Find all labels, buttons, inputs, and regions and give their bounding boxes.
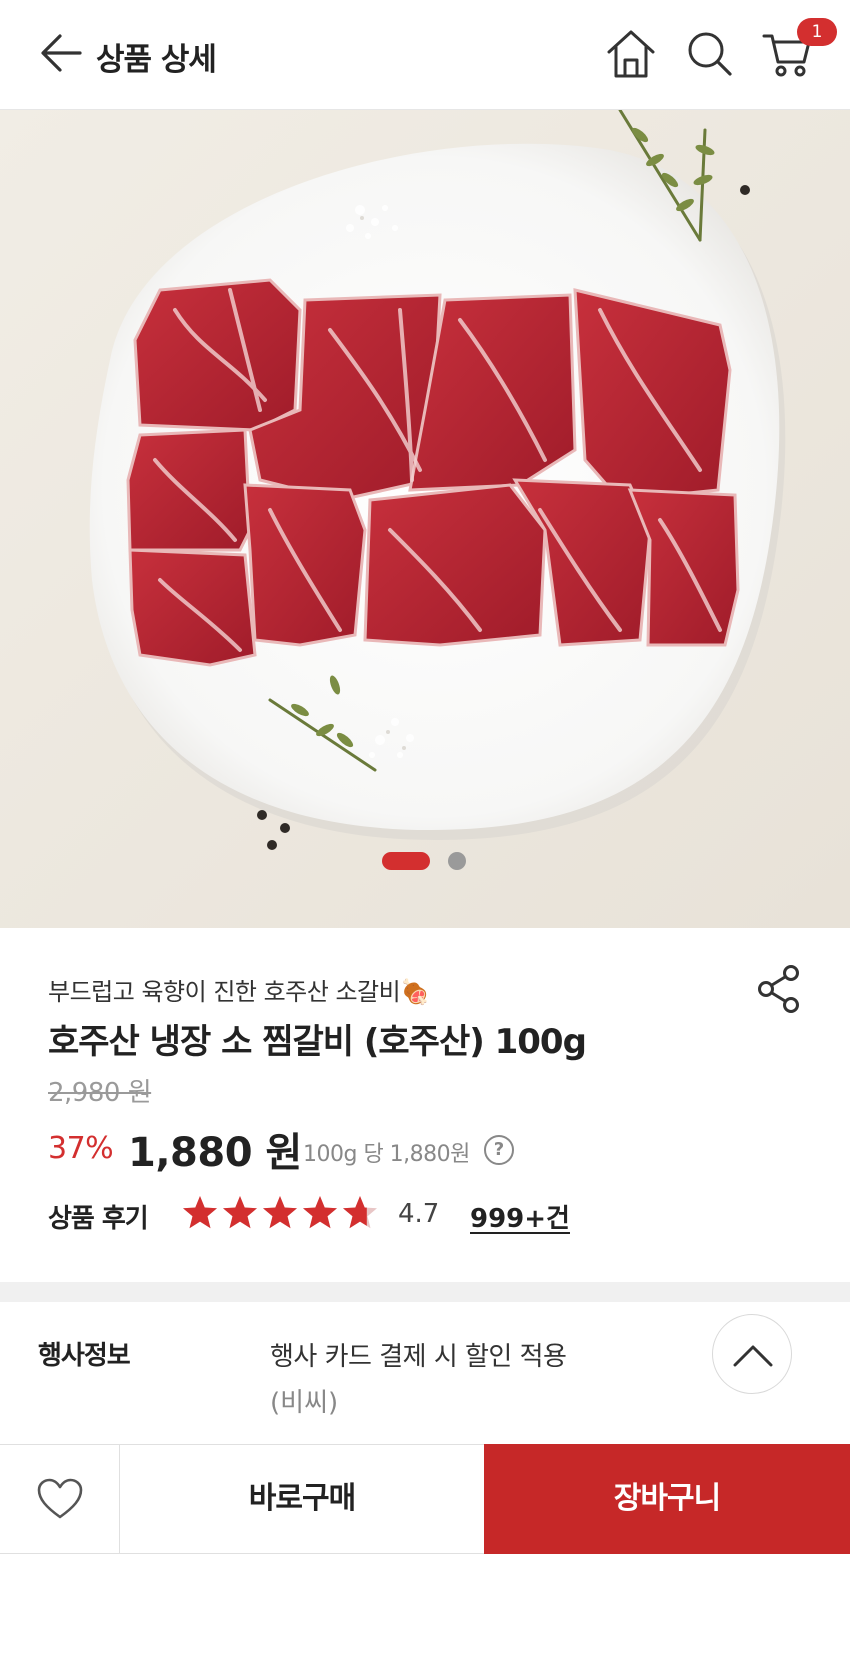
original-price: 2,980 원 [48, 1078, 152, 1108]
wishlist-button[interactable] [0, 1445, 120, 1553]
share-button[interactable] [756, 964, 802, 1014]
cart-count-badge: 1 [797, 18, 837, 46]
carousel-dot-active[interactable] [382, 852, 430, 870]
event-info-text: 행사 카드 결제 시 할인 적용 [270, 1342, 567, 1372]
back-arrow-icon [41, 34, 82, 72]
collapse-button[interactable] [712, 1314, 792, 1394]
event-info-subtext: (비씨) [270, 1388, 339, 1418]
home-button[interactable] [605, 28, 657, 80]
unit-price: 100g 당 1,880원 [303, 1142, 470, 1167]
section-divider [0, 1282, 850, 1302]
sale-price: 1,880 원 [128, 1130, 302, 1176]
event-info-label: 행사정보 [38, 1341, 131, 1371]
review-label: 상품 후기 [48, 1204, 149, 1234]
top-app-bar: 상품 상세 1 [0, 0, 850, 110]
rating-value: 4.7 [398, 1199, 440, 1229]
carousel-dot[interactable] [448, 852, 466, 870]
chevron-up-icon [733, 1345, 773, 1367]
buy-now-button[interactable]: 바로구매 [120, 1445, 484, 1553]
product-name: 호주산 냉장 소 찜갈비 (호주산) 100g [48, 1022, 587, 1062]
search-icon [688, 32, 732, 76]
add-to-cart-button[interactable]: 장바구니 [484, 1444, 850, 1554]
heart-icon [37, 1478, 83, 1519]
help-icon[interactable]: ? [484, 1135, 514, 1165]
home-icon [607, 30, 655, 78]
back-button[interactable] [38, 30, 84, 76]
beef-ribs-photo [0, 110, 850, 928]
search-button[interactable] [684, 28, 736, 80]
rating-stars [183, 1196, 377, 1229]
product-image[interactable] [0, 110, 850, 928]
page-title: 상품 상세 [96, 42, 217, 78]
discount-rate: 37% [48, 1131, 114, 1166]
bottom-action-bar: 바로구매 장바구니 [0, 1444, 850, 1554]
share-icon [758, 965, 799, 1013]
review-count-link[interactable]: 999+건 [470, 1198, 570, 1235]
product-subtitle: 부드럽고 육향이 진한 호주산 소갈비🍖 [48, 978, 430, 1006]
